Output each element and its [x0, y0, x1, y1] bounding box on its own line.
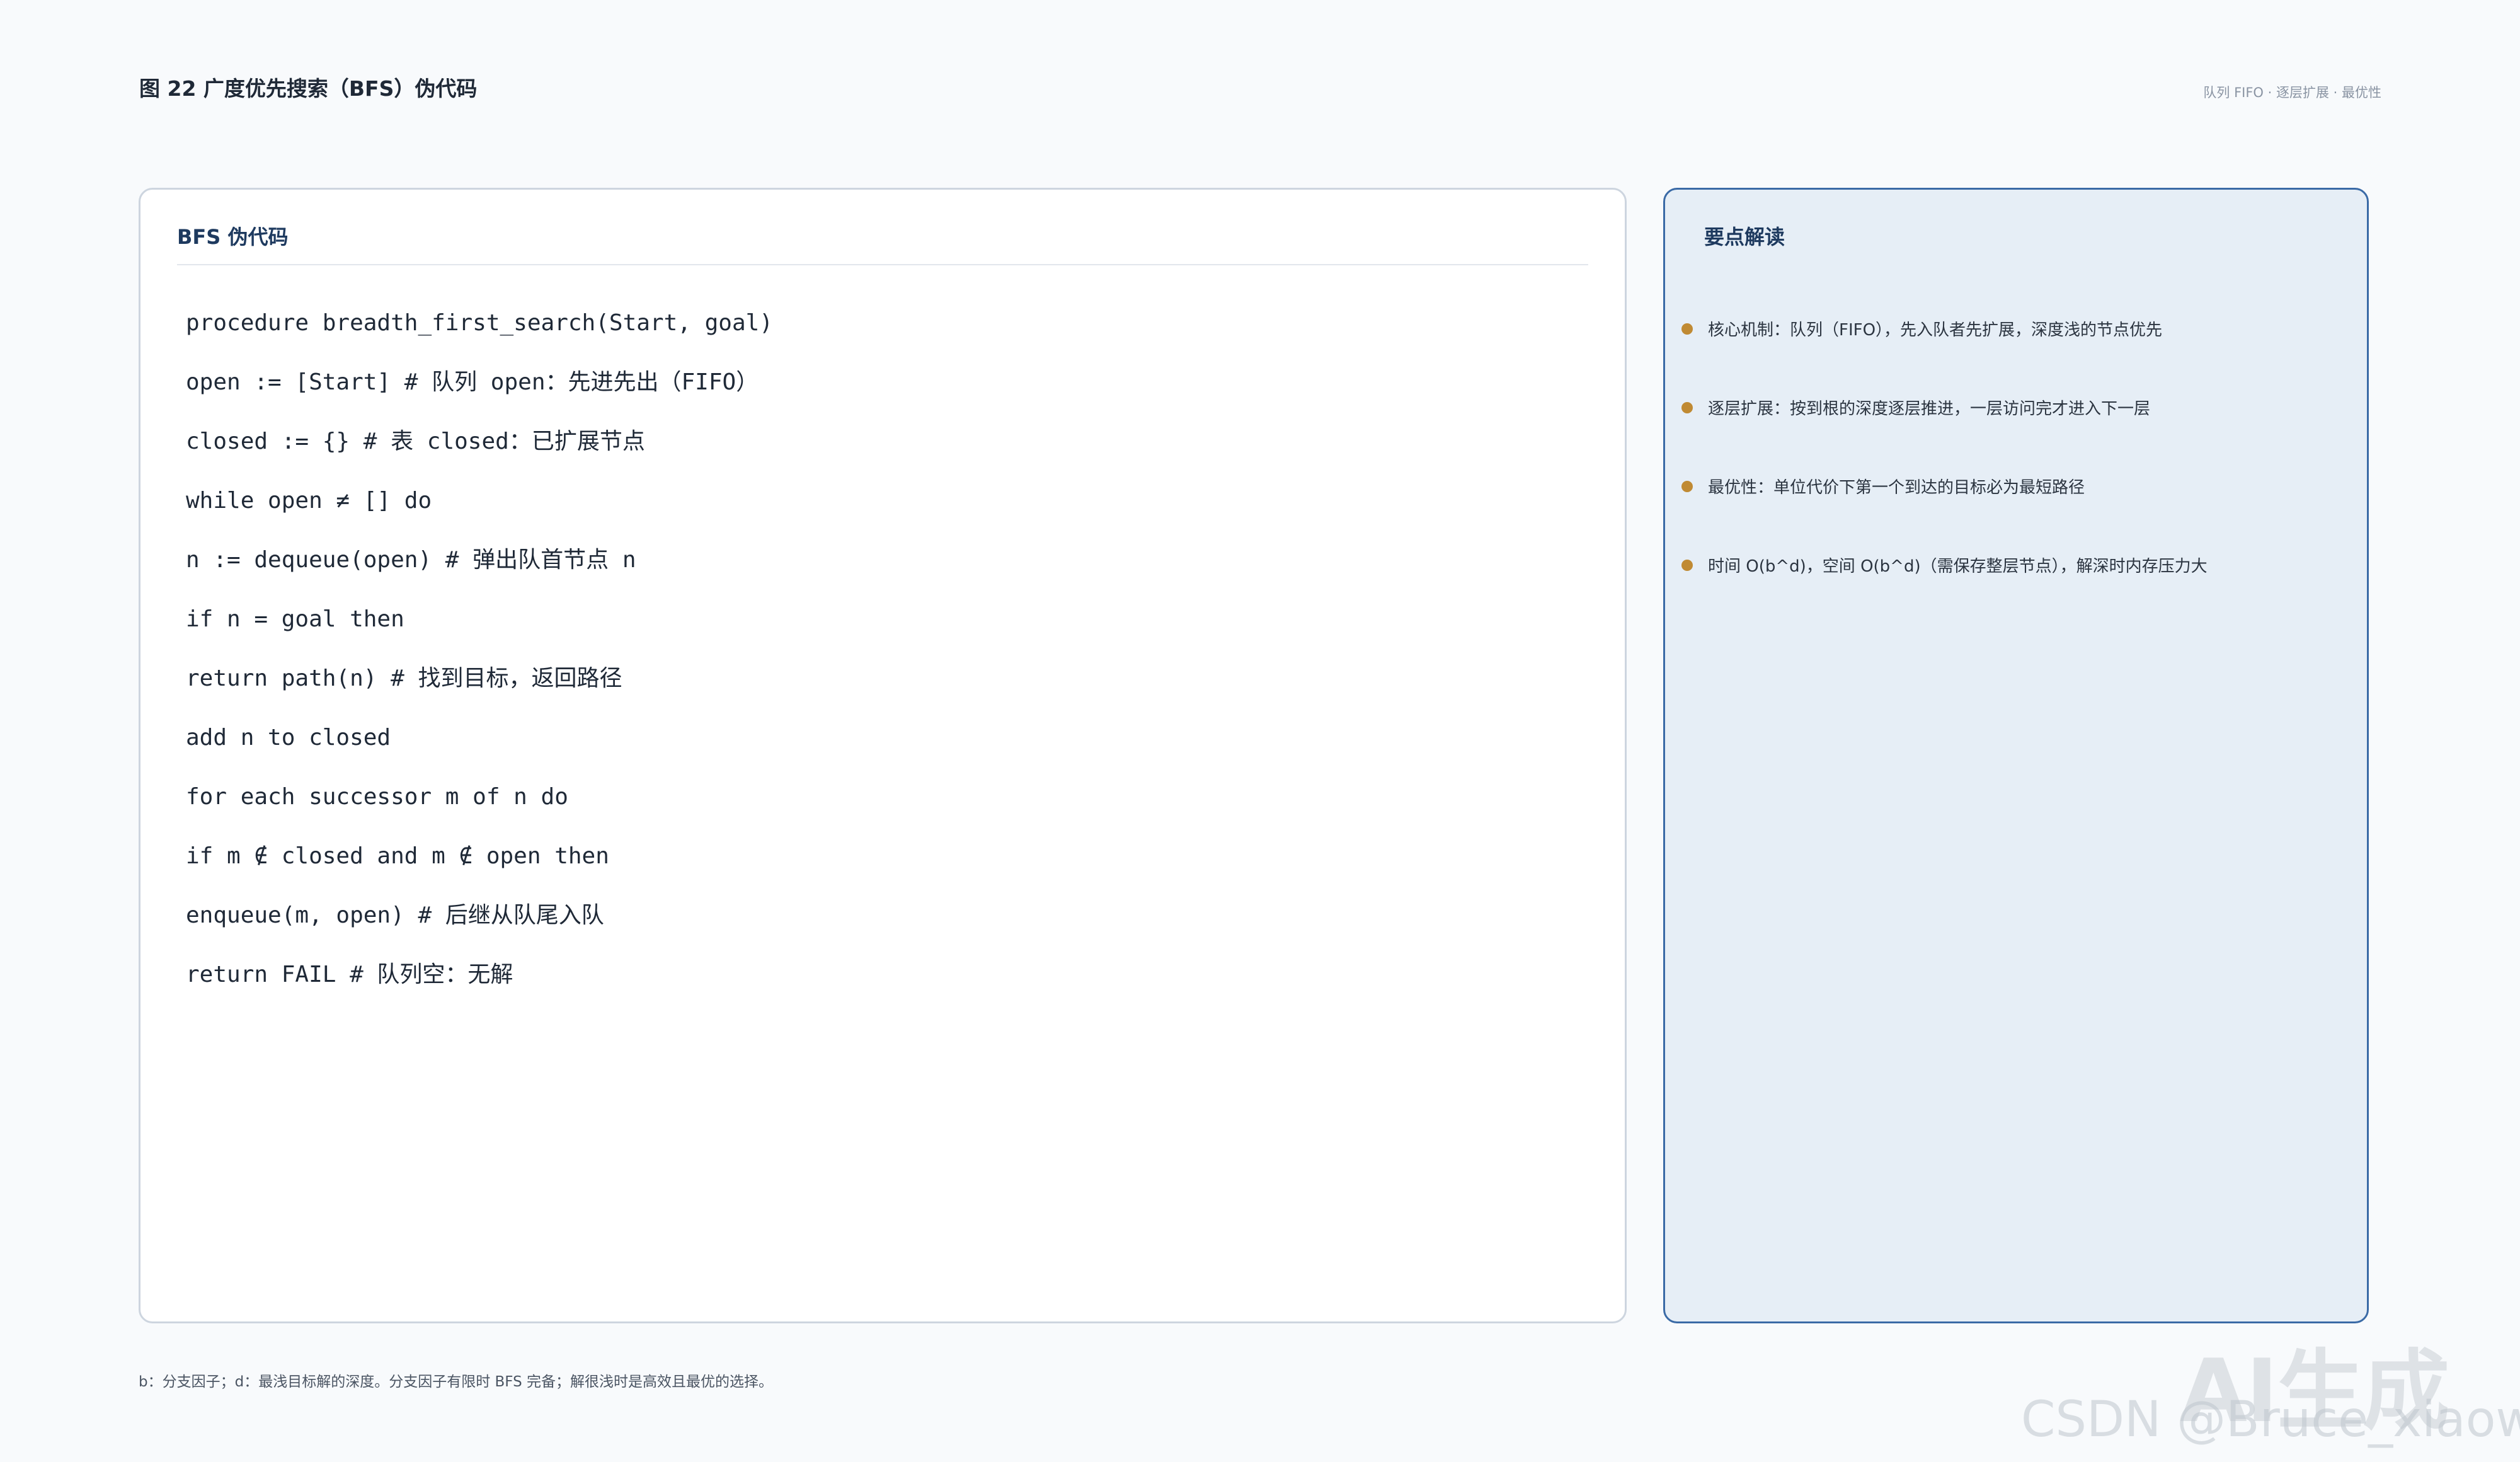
notes-list: 核心机制：队列（FIFO），先入队者先扩展，深度浅的节点优先 逐层扩展：按到根的…	[1681, 289, 2208, 604]
code-panel: BFS 伪代码 procedure breadth_first_search(S…	[139, 188, 1627, 1323]
note-item: 时间 O(b^d)，空间 O(b^d)（需保存整层节点），解深时内存压力大	[1681, 526, 2208, 604]
code-line: for each successor m of n do	[186, 784, 568, 810]
code-line: enqueue(m, open) # 后继从队尾入队	[186, 902, 604, 928]
footnote: b：分支因子；d：最浅目标解的深度。分支因子有限时 BFS 完备；解很浅时是高效…	[139, 1374, 774, 1390]
code-line: while open ≠ [] do	[186, 488, 432, 514]
code-lines: procedure breadth_first_search(Start, go…	[186, 294, 773, 1004]
notes-panel: 要点解读 核心机制：队列（FIFO），先入队者先扩展，深度浅的节点优先 逐层扩展…	[1663, 188, 2369, 1323]
source-watermark: CSDN @Bruce_xiaowei	[2021, 1391, 2520, 1448]
code-line: if n = goal then	[186, 606, 404, 632]
code-line: return FAIL # 队列空：无解	[186, 962, 513, 987]
note-text: 核心机制：队列（FIFO），先入队者先扩展，深度浅的节点优先	[1708, 321, 2163, 340]
code-line: procedure breadth_first_search(Start, go…	[186, 310, 773, 336]
note-item: 核心机制：队列（FIFO），先入队者先扩展，深度浅的节点优先	[1681, 289, 2208, 368]
note-item: 最优性：单位代价下第一个到达的目标必为最短路径	[1681, 447, 2208, 526]
code-line: closed := {} # 表 closed：已扩展节点	[186, 429, 645, 454]
page-tagline: 队列 FIFO · 逐层扩展 · 最优性	[2203, 85, 2381, 100]
bullet-dot-icon	[1681, 401, 1693, 413]
code-panel-divider	[177, 264, 1588, 265]
bullet-dot-icon	[1681, 323, 1693, 335]
code-line: add n to closed	[186, 725, 391, 751]
bullet-dot-icon	[1681, 480, 1693, 492]
code-line: open := [Start] # 队列 open：先进先出（FIFO）	[186, 369, 759, 395]
page-title: 图 22 广度优先搜索（BFS）伪代码	[139, 76, 478, 101]
code-line: if m ∉ closed and m ∉ open then	[186, 843, 609, 869]
note-item: 逐层扩展：按到根的深度逐层推进，一层访问完才进入下一层	[1681, 368, 2208, 447]
code-line: n := dequeue(open) # 弹出队首节点 n	[186, 547, 636, 573]
bullet-dot-icon	[1681, 559, 1693, 571]
code-line: return path(n) # 找到目标，返回路径	[186, 665, 622, 691]
note-text: 逐层扩展：按到根的深度逐层推进，一层访问完才进入下一层	[1708, 400, 2151, 418]
notes-panel-title: 要点解读	[1704, 225, 1785, 249]
note-text: 时间 O(b^d)，空间 O(b^d)（需保存整层节点），解深时内存压力大	[1708, 557, 2208, 576]
note-text: 最优性：单位代价下第一个到达的目标必为最短路径	[1708, 478, 2085, 497]
code-panel-title: BFS 伪代码	[177, 225, 289, 249]
